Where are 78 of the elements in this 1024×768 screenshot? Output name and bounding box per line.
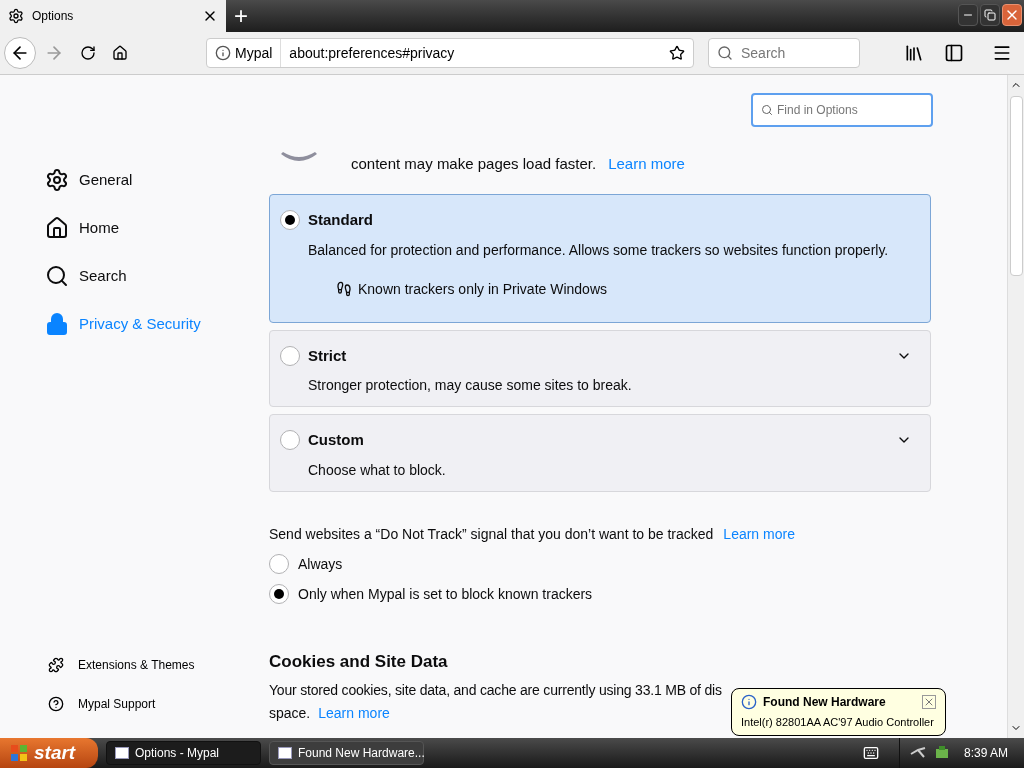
option-title: Strict (308, 345, 348, 366)
blocking-option-card[interactable]: Custom Choose what to block. (269, 414, 931, 492)
cookies-text: space. (269, 704, 311, 723)
radio-button[interactable] (280, 430, 300, 451)
radio-button[interactable] (280, 210, 300, 231)
close-button[interactable] (1002, 4, 1022, 26)
sidebar-link[interactable]: Extensions & Themes (45, 645, 269, 684)
star-icon[interactable] (669, 45, 685, 61)
option-description: Stronger protection, may cause some sites to break. (308, 376, 633, 395)
help-icon (48, 695, 64, 712)
sidebar-icon[interactable] (944, 43, 964, 63)
url-text: about:preferences#privacy (288, 43, 456, 63)
dnt-label: Send websites a “Do Not Track” signal that you don’t want to be tracked (269, 524, 714, 544)
cookies-text: Your stored cookies, site data, and cache are currently using 33.1 MB of dis (269, 681, 722, 700)
detail-text: Known trackers only in Private Windows (358, 279, 607, 299)
windows-logo-icon (10, 744, 28, 762)
sidebar-item[interactable]: Privacy & Security (45, 300, 269, 348)
sidebar-item[interactable]: Home (45, 204, 269, 252)
blocking-option-card[interactable]: Strict Stronger protection, may cause some sites to break. (269, 329, 931, 407)
notification-balloon[interactable]: Found New Hardware Intel(r) 82801AA AC'97 Audio Controller (731, 688, 946, 736)
browser-tab[interactable]: Options (0, 0, 226, 32)
option-title: Standard (308, 210, 374, 230)
search-icon (717, 45, 733, 61)
new-tab-button[interactable]: + (226, 0, 256, 32)
footprints-icon (336, 281, 352, 297)
home-icon (45, 216, 69, 240)
radio-label: Only when Mypal is set to block known trackers (298, 584, 593, 604)
section-heading: Cookies and Site Data (269, 650, 448, 673)
sidebar-link[interactable]: Mypal Support (45, 684, 269, 723)
puzzle-icon (48, 656, 64, 673)
find-in-options-field[interactable]: Find in Options (751, 93, 933, 127)
radio-button[interactable] (280, 345, 300, 366)
sidebar-item[interactable]: Search (45, 252, 269, 300)
menu-icon[interactable] (992, 43, 1012, 63)
start-button[interactable]: start (0, 738, 98, 768)
balloon-message: Intel(r) 82801AA AC'97 Audio Controller (741, 715, 935, 730)
reload-icon[interactable] (80, 45, 96, 61)
sidebar-item[interactable]: General (45, 156, 269, 204)
find-input[interactable]: Find in Options (777, 101, 917, 119)
learn-more-link[interactable]: Learn more (318, 703, 390, 724)
learn-more-link[interactable]: Learn more (723, 523, 795, 545)
back-button[interactable] (4, 37, 36, 69)
lock-icon (45, 312, 69, 336)
info-icon (741, 694, 757, 710)
radio-button[interactable] (269, 554, 289, 574)
scrollbar[interactable] (1007, 75, 1024, 738)
restore-icon (984, 9, 996, 21)
search-icon (45, 264, 69, 288)
search-icon (761, 104, 773, 116)
home-icon[interactable] (112, 45, 128, 61)
scrollbar-thumb[interactable] (1009, 96, 1023, 276)
option-description: Balanced for protection and performance. Allows some trackers so websites function properly. (308, 240, 890, 260)
address-bar[interactable]: Mypal about:preferences#privacy (206, 38, 694, 68)
hardware-icon[interactable] (933, 745, 950, 761)
radio-button[interactable] (269, 584, 289, 604)
taskbar-window-button[interactable]: Options - Mypal (106, 741, 261, 765)
learn-more-link[interactable]: Learn more (608, 152, 685, 176)
balloon-title: Found New Hardware (763, 694, 887, 711)
keyboard-icon[interactable] (862, 745, 879, 761)
option-description: Choose what to block. (308, 460, 447, 480)
gear-icon (8, 8, 24, 24)
restore-button[interactable] (980, 4, 1000, 26)
description-text: content may make pages load faster. (351, 153, 597, 174)
radio-label: Always (298, 554, 343, 574)
search-input[interactable]: Search (741, 42, 841, 64)
search-bar[interactable]: Search (708, 38, 860, 68)
info-icon[interactable] (215, 45, 231, 61)
tab-title: Options (32, 8, 75, 25)
minimize-button[interactable] (958, 4, 978, 26)
clock: 8:39 AM (963, 745, 1008, 762)
taskbar-window-button[interactable]: Found New Hardware... (269, 741, 424, 765)
gear-icon (45, 168, 69, 192)
network-icon[interactable] (909, 746, 926, 760)
blocking-option-card[interactable]: Standard Balanced for protection and performance. Allows some trackers so websites function properly. Known trackers only in Private Windows (269, 194, 931, 323)
shield-edge-icon (279, 152, 319, 164)
library-icon[interactable] (904, 43, 924, 63)
option-title: Custom (308, 430, 365, 450)
site-identity[interactable]: Mypal (235, 42, 273, 64)
